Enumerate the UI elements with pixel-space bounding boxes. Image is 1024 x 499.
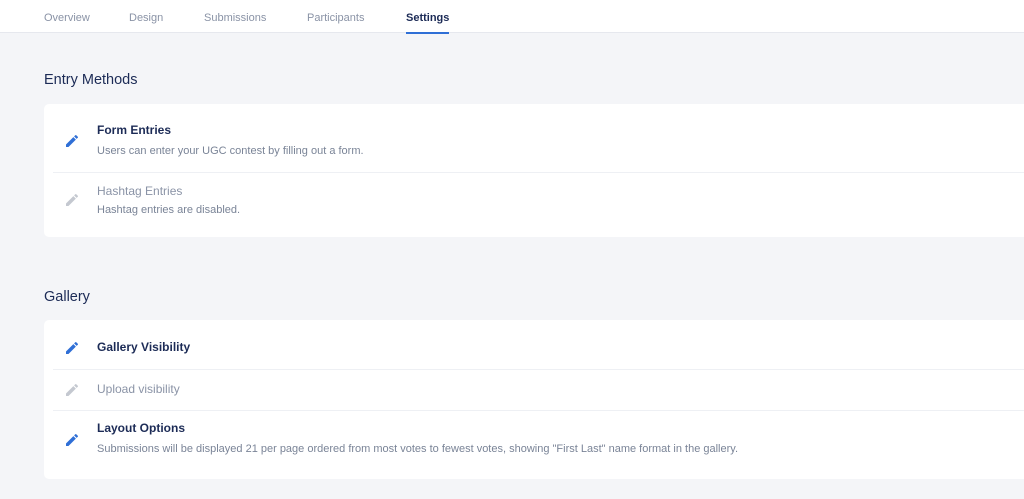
tab-participants[interactable]: Participants bbox=[307, 0, 364, 33]
tab-design[interactable]: Design bbox=[129, 0, 163, 33]
tab-submissions[interactable]: Submissions bbox=[204, 0, 266, 33]
entry-method-hashtag-entries[interactable]: Hashtag Entries Hashtag entries are disa… bbox=[44, 173, 1024, 237]
row-title: Layout Options bbox=[97, 421, 185, 435]
row-title: Hashtag Entries bbox=[97, 184, 183, 198]
entry-methods-card: Form Entries Users can enter your UGC co… bbox=[44, 104, 1024, 237]
pencil-icon[interactable] bbox=[64, 432, 80, 448]
row-title: Upload visibility bbox=[97, 382, 180, 396]
row-description: Hashtag entries are disabled. bbox=[97, 204, 241, 216]
gallery-visibility-row[interactable]: Gallery Visibility bbox=[44, 320, 1024, 369]
gallery-card: Gallery Visibility Upload visibility Lay… bbox=[44, 320, 1024, 479]
tab-bar: Overview Design Submissions Participants… bbox=[0, 0, 1024, 34]
pencil-icon[interactable] bbox=[64, 382, 80, 398]
layout-options-row[interactable]: Layout Options Submissions will be displ… bbox=[44, 411, 1024, 479]
pencil-icon[interactable] bbox=[64, 340, 80, 356]
tab-settings[interactable]: Settings bbox=[406, 0, 450, 34]
upload-visibility-row[interactable]: Upload visibility bbox=[44, 370, 1024, 410]
entry-method-form-entries[interactable]: Form Entries Users can enter your UGC co… bbox=[44, 104, 1024, 172]
row-title: Gallery Visibility bbox=[97, 340, 191, 354]
pencil-icon[interactable] bbox=[64, 192, 80, 208]
section-title-entry-methods: Entry Methods bbox=[44, 72, 138, 88]
tab-overview[interactable]: Overview bbox=[44, 0, 90, 33]
row-title: Form Entries bbox=[97, 123, 172, 137]
pencil-icon[interactable] bbox=[64, 133, 80, 149]
row-description: Submissions will be displayed 21 per pag… bbox=[97, 443, 739, 455]
section-title-gallery: Gallery bbox=[44, 289, 90, 305]
row-description: Users can enter your UGC contest by fill… bbox=[97, 145, 364, 157]
